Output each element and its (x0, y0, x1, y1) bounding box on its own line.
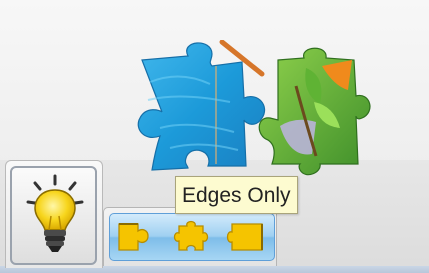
hint-button[interactable] (10, 166, 97, 265)
lightbulb-icon (26, 174, 84, 252)
middle-pieces-icon (173, 220, 209, 251)
middle-pieces-button[interactable] (169, 218, 217, 256)
edge-pieces-icon (118, 223, 149, 251)
tooltip: Edges Only (175, 176, 298, 214)
edges-only-button[interactable] (116, 218, 164, 256)
corner-pieces-icon (226, 223, 263, 251)
puzzle-piece-blue[interactable] (130, 40, 270, 175)
piece-filter-group (109, 213, 275, 261)
corner-pieces-button[interactable] (222, 218, 270, 256)
puzzle-piece-green[interactable] (256, 46, 374, 178)
